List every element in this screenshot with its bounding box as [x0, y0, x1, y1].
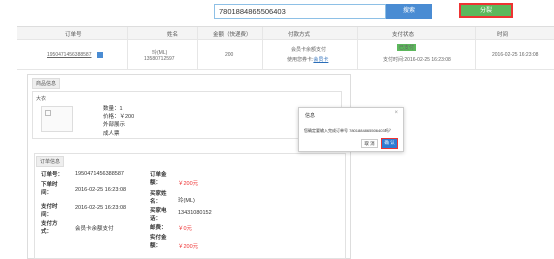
- edit-icon[interactable]: [97, 52, 103, 58]
- buyer-phone-label: 买家电话：: [150, 208, 167, 222]
- row-name: 玲(ML): [152, 50, 168, 56]
- col-status: 支付状态: [392, 32, 415, 38]
- goods-tab: 商品信息: [32, 78, 61, 89]
- search-button[interactable]: 搜索: [386, 4, 432, 19]
- order-detail-panel: 商品信息 大衣 数量：1 价格：￥200 外部展示 成人票 订单信息 订单号： …: [27, 74, 351, 259]
- dialog-message: 您确定要输入完成订单号 7801884865506403吗？: [304, 128, 393, 133]
- order-amount-value: ￥200元: [178, 181, 199, 187]
- goods-category: 大衣: [36, 96, 47, 102]
- goods-adult: 成人票: [103, 131, 120, 137]
- confirm-dialog: 信息 × 您确定要输入完成订单号 7801884865506403吗？ 取 消 …: [298, 107, 404, 152]
- col-amount: 金额（快递费）: [213, 32, 252, 38]
- pay-time-value: 2016-02-25 16:23:08: [75, 205, 127, 211]
- order-time-label: 下单时间：: [41, 182, 58, 196]
- pay-method-label: 支付方式：: [41, 221, 58, 235]
- goods-box: 大衣 数量：1 价格：￥200 外部展示 成人票: [32, 91, 342, 139]
- col-name: 姓名: [167, 32, 179, 38]
- actual-label: 实付金额：: [150, 235, 167, 249]
- table-header: 订单号 姓名 金额（快递费） 付款方式 支付状态 时间: [17, 27, 554, 40]
- top-search-bar: 搜索 分裂: [0, 0, 554, 24]
- confirm-button[interactable]: 确 认: [381, 138, 398, 149]
- voucher-link[interactable]: 会员卡: [313, 57, 328, 63]
- buyer-phone-value: 13431080152: [178, 210, 212, 216]
- order-no-label: 订单号：: [41, 172, 64, 178]
- col-payment: 付款方式: [288, 32, 311, 38]
- voucher-label: 使用您券卡:: [287, 57, 314, 63]
- row-voucher: 使用您券卡:会员卡: [287, 56, 328, 63]
- row-phone: 13580712597: [144, 56, 175, 62]
- split-button[interactable]: 分裂: [459, 3, 513, 18]
- buyer-value: 玲(ML): [178, 198, 195, 204]
- search-input[interactable]: [214, 4, 386, 19]
- shipping-label: 邮费：: [150, 225, 167, 231]
- goods-qty: 数量：1: [103, 106, 123, 112]
- cancel-button[interactable]: 取 消: [361, 139, 378, 148]
- row-paid-time: 支付时间:2016-02-25 16:23:08: [383, 57, 451, 63]
- goods-ext: 外部展示: [103, 122, 126, 128]
- pay-method-value: 会员卡余额支付: [75, 226, 114, 232]
- row-amount: 200: [225, 52, 234, 58]
- shipping-value: ￥0元: [178, 226, 193, 232]
- order-no-link[interactable]: 1950471456388587: [47, 52, 92, 58]
- status-badge: 已支付: [397, 44, 417, 51]
- buyer-label: 买家姓名：: [150, 191, 167, 205]
- order-no-value: 1950471456388587: [75, 171, 124, 177]
- row-time: 2016-02-25 16:23:08: [492, 52, 539, 58]
- order-box: 订单号： 1950471456388587 下单时间： 2016-02-25 1…: [34, 153, 346, 259]
- col-time: 时间: [497, 32, 509, 38]
- broken-image-icon: [45, 110, 51, 116]
- actual-value: ￥200元: [178, 244, 199, 250]
- goods-price: 价格：￥200: [103, 114, 135, 120]
- table-row: 1950471456388587 玲(ML) 13580712597 200 会…: [17, 40, 554, 70]
- close-icon[interactable]: ×: [394, 110, 398, 116]
- pay-time-label: 支付时间：: [41, 204, 58, 218]
- row-payment: 会员卡余额支付: [291, 47, 327, 53]
- col-order-no: 订单号: [65, 32, 82, 38]
- dialog-title: 信息: [305, 113, 316, 119]
- order-time-value: 2016-02-25 16:23:08: [75, 187, 127, 193]
- orders-table: 订单号 姓名 金额（快递费） 付款方式 支付状态 时间 195047145638…: [17, 26, 554, 70]
- product-image: [41, 106, 73, 132]
- order-amount-label: 订单金额：: [150, 172, 167, 186]
